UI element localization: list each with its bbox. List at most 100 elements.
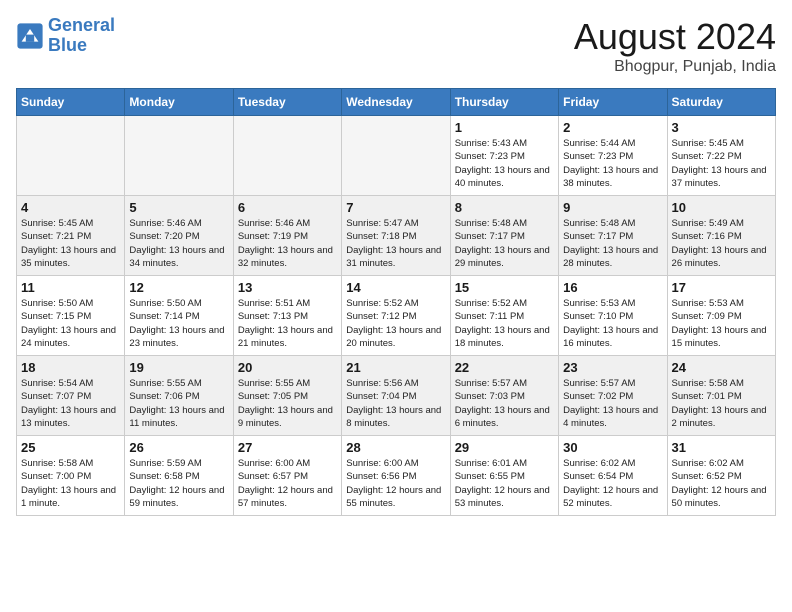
day-number: 2 bbox=[563, 120, 662, 135]
calendar-day-cell: 24 Sunrise: 5:58 AMSunset: 7:01 PMDayligh… bbox=[667, 356, 775, 436]
day-info: Sunrise: 5:56 AMSunset: 7:04 PMDaylight:… bbox=[346, 377, 445, 430]
calendar-day-cell: 29Sunrise: 6:01 AMSunset: 6:55 PMDayligh… bbox=[450, 436, 558, 516]
calendar-day-cell bbox=[17, 116, 125, 196]
calendar-day-cell: 8Sunrise: 5:48 AMSunset: 7:17 PMDaylight… bbox=[450, 196, 558, 276]
day-number: 25 bbox=[21, 440, 120, 455]
day-number: 30 bbox=[563, 440, 662, 455]
day-number: 1 bbox=[455, 120, 554, 135]
day-number: 10 bbox=[672, 200, 771, 215]
calendar-table: SundayMondayTuesdayWednesdayThursdayFrid… bbox=[16, 88, 776, 516]
logo-line2: Blue bbox=[48, 35, 87, 55]
calendar-day-cell bbox=[233, 116, 341, 196]
day-number: 9 bbox=[563, 200, 662, 215]
day-number: 3 bbox=[672, 120, 771, 135]
calendar-day-cell: 23Sunrise: 5:57 AMSunset: 7:02 PMDayligh… bbox=[559, 356, 667, 436]
calendar-week-row: 1 Sunrise: 5:43 AMSunset: 7:23 PMDaylight… bbox=[17, 116, 776, 196]
calendar-day-cell: 25 Sunrise: 5:58 AMSunset: 7:00 PMDayligh… bbox=[17, 436, 125, 516]
day-info: Sunrise: 5:53 AMSunset: 7:10 PMDaylight:… bbox=[563, 297, 662, 350]
day-info: Sunrise: 5:50 AMSunset: 7:14 PMDaylight:… bbox=[129, 297, 228, 350]
day-number: 15 bbox=[455, 280, 554, 295]
day-number: 27 bbox=[238, 440, 337, 455]
calendar-week-row: 11 Sunrise: 5:50 AMSunset: 7:15 PMDayligh… bbox=[17, 276, 776, 356]
day-info: Sunrise: 5:52 AMSunset: 7:11 PMDaylight:… bbox=[455, 297, 554, 350]
day-info: Sunrise: 6:00 AMSunset: 6:57 PMDaylight:… bbox=[238, 457, 337, 510]
weekday-header: Friday bbox=[559, 89, 667, 116]
calendar-day-cell: 31Sunrise: 6:02 AMSunset: 6:52 PMDayligh… bbox=[667, 436, 775, 516]
calendar-day-cell: 15 Sunrise: 5:52 AMSunset: 7:11 PMDayligh… bbox=[450, 276, 558, 356]
weekday-header: Saturday bbox=[667, 89, 775, 116]
day-info: Sunrise: 6:02 AMSunset: 6:52 PMDaylight:… bbox=[672, 457, 771, 510]
calendar-day-cell bbox=[125, 116, 233, 196]
day-number: 12 bbox=[129, 280, 228, 295]
weekday-header: Tuesday bbox=[233, 89, 341, 116]
day-info: Sunrise: 5:51 AMSunset: 7:13 PMDaylight:… bbox=[238, 297, 337, 350]
day-info: Sunrise: 5:50 AMSunset: 7:15 PMDaylight:… bbox=[21, 297, 120, 350]
weekday-header: Thursday bbox=[450, 89, 558, 116]
calendar-day-cell: 1 Sunrise: 5:43 AMSunset: 7:23 PMDaylight… bbox=[450, 116, 558, 196]
day-info: Sunrise: 5:49 AMSunset: 7:16 PMDaylight:… bbox=[672, 217, 771, 270]
calendar-day-cell: 20 Sunrise: 5:55 AMSunset: 7:05 PMDayligh… bbox=[233, 356, 341, 436]
weekday-header: Monday bbox=[125, 89, 233, 116]
weekday-header: Sunday bbox=[17, 89, 125, 116]
day-info: Sunrise: 5:48 AMSunset: 7:17 PMDaylight:… bbox=[455, 217, 554, 270]
weekday-header-row: SundayMondayTuesdayWednesdayThursdayFrid… bbox=[17, 89, 776, 116]
day-info: Sunrise: 5:43 AMSunset: 7:23 PMDaylight:… bbox=[455, 137, 554, 190]
logo: General Blue bbox=[16, 16, 115, 56]
logo-text: General Blue bbox=[48, 16, 115, 56]
calendar-day-cell: 12 Sunrise: 5:50 AMSunset: 7:14 PMDayligh… bbox=[125, 276, 233, 356]
day-number: 11 bbox=[21, 280, 120, 295]
logo-icon bbox=[16, 22, 44, 50]
calendar-day-cell: 21Sunrise: 5:56 AMSunset: 7:04 PMDayligh… bbox=[342, 356, 450, 436]
logo-line1: General bbox=[48, 15, 115, 35]
day-number: 19 bbox=[129, 360, 228, 375]
day-info: Sunrise: 5:48 AMSunset: 7:17 PMDaylight:… bbox=[563, 217, 662, 270]
calendar-week-row: 25 Sunrise: 5:58 AMSunset: 7:00 PMDayligh… bbox=[17, 436, 776, 516]
day-number: 14 bbox=[346, 280, 445, 295]
day-info: Sunrise: 5:47 AMSunset: 7:18 PMDaylight:… bbox=[346, 217, 445, 270]
day-info: Sunrise: 5:53 AMSunset: 7:09 PMDaylight:… bbox=[672, 297, 771, 350]
calendar-day-cell: 5Sunrise: 5:46 AMSunset: 7:20 PMDaylight… bbox=[125, 196, 233, 276]
day-number: 4 bbox=[21, 200, 120, 215]
day-info: Sunrise: 5:45 AMSunset: 7:22 PMDaylight:… bbox=[672, 137, 771, 190]
day-info: Sunrise: 5:58 AMSunset: 7:00 PMDaylight:… bbox=[21, 457, 120, 510]
day-number: 24 bbox=[672, 360, 771, 375]
day-number: 16 bbox=[563, 280, 662, 295]
calendar-day-cell: 27 Sunrise: 6:00 AMSunset: 6:57 PMDayligh… bbox=[233, 436, 341, 516]
calendar-day-cell: 7Sunrise: 5:47 AMSunset: 7:18 PMDaylight… bbox=[342, 196, 450, 276]
month-title: August 2024 bbox=[574, 16, 776, 58]
weekday-header: Wednesday bbox=[342, 89, 450, 116]
day-number: 17 bbox=[672, 280, 771, 295]
location: Bhogpur, Punjab, India bbox=[574, 58, 776, 76]
day-info: Sunrise: 5:46 AMSunset: 7:19 PMDaylight:… bbox=[238, 217, 337, 270]
calendar-day-cell: 18Sunrise: 5:54 AMSunset: 7:07 PMDayligh… bbox=[17, 356, 125, 436]
day-info: Sunrise: 5:55 AMSunset: 7:06 PMDaylight:… bbox=[129, 377, 228, 430]
calendar-day-cell: 14Sunrise: 5:52 AMSunset: 7:12 PMDayligh… bbox=[342, 276, 450, 356]
day-number: 5 bbox=[129, 200, 228, 215]
calendar-day-cell: 11 Sunrise: 5:50 AMSunset: 7:15 PMDayligh… bbox=[17, 276, 125, 356]
day-info: Sunrise: 5:58 AMSunset: 7:01 PMDaylight:… bbox=[672, 377, 771, 430]
calendar-day-cell: 13 Sunrise: 5:51 AMSunset: 7:13 PMDayligh… bbox=[233, 276, 341, 356]
calendar-week-row: 4 Sunrise: 5:45 AMSunset: 7:21 PMDaylight… bbox=[17, 196, 776, 276]
day-info: Sunrise: 5:57 AMSunset: 7:03 PMDaylight:… bbox=[455, 377, 554, 430]
day-info: Sunrise: 5:45 AMSunset: 7:21 PMDaylight:… bbox=[21, 217, 120, 270]
day-info: Sunrise: 5:59 AMSunset: 6:58 PMDaylight:… bbox=[129, 457, 228, 510]
calendar-week-row: 18Sunrise: 5:54 AMSunset: 7:07 PMDayligh… bbox=[17, 356, 776, 436]
day-info: Sunrise: 5:55 AMSunset: 7:05 PMDaylight:… bbox=[238, 377, 337, 430]
calendar-day-cell: 17 Sunrise: 5:53 AMSunset: 7:09 PMDayligh… bbox=[667, 276, 775, 356]
calendar-day-cell: 26 Sunrise: 5:59 AMSunset: 6:58 PMDayligh… bbox=[125, 436, 233, 516]
day-number: 13 bbox=[238, 280, 337, 295]
day-number: 22 bbox=[455, 360, 554, 375]
calendar-day-cell: 6 Sunrise: 5:46 AMSunset: 7:19 PMDaylight… bbox=[233, 196, 341, 276]
day-number: 26 bbox=[129, 440, 228, 455]
calendar-day-cell: 9 Sunrise: 5:48 AMSunset: 7:17 PMDaylight… bbox=[559, 196, 667, 276]
calendar-day-cell bbox=[342, 116, 450, 196]
calendar-day-cell: 28Sunrise: 6:00 AMSunset: 6:56 PMDayligh… bbox=[342, 436, 450, 516]
calendar-day-cell: 19 Sunrise: 5:55 AMSunset: 7:06 PMDayligh… bbox=[125, 356, 233, 436]
day-number: 20 bbox=[238, 360, 337, 375]
page-header: General Blue August 2024 Bhogpur, Punjab… bbox=[16, 16, 776, 76]
day-info: Sunrise: 6:01 AMSunset: 6:55 PMDaylight:… bbox=[455, 457, 554, 510]
day-number: 6 bbox=[238, 200, 337, 215]
title-section: August 2024 Bhogpur, Punjab, India bbox=[574, 16, 776, 76]
calendar-day-cell: 4 Sunrise: 5:45 AMSunset: 7:21 PMDaylight… bbox=[17, 196, 125, 276]
calendar-day-cell: 22 Sunrise: 5:57 AMSunset: 7:03 PMDayligh… bbox=[450, 356, 558, 436]
